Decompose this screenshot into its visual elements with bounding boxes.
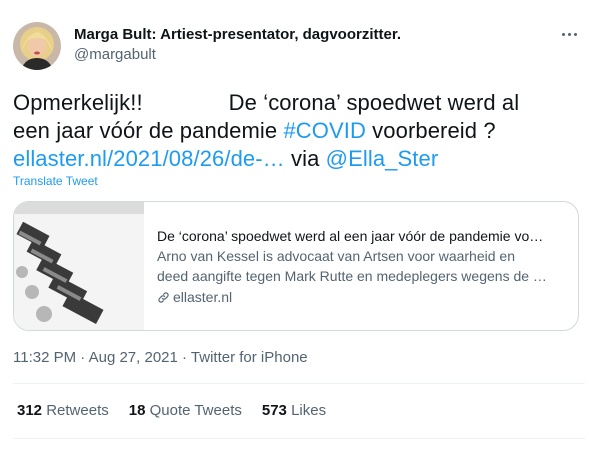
translate-tweet-link[interactable]: Translate Tweet (13, 174, 98, 188)
printing-press-photo-icon (14, 202, 144, 330)
tweet-detail: Marga Bult: Artiest-presentator, dagvoor… (0, 0, 589, 449)
link-icon (158, 292, 169, 303)
author-block: Marga Bult: Artiest-presentator, dagvoor… (74, 25, 401, 65)
engagement-stats: 312 Retweets 18 Quote Tweets 573 Likes (17, 402, 326, 419)
likes-count: 573 (261, 402, 287, 419)
more-options-icon[interactable] (556, 24, 582, 44)
retweets-label: Retweets (46, 402, 109, 419)
retweets-stat[interactable]: 312 Retweets (17, 402, 109, 419)
quote-tweets-count: 18 (128, 402, 146, 419)
tweet-meta: 11:32 PM · Aug 27, 2021 · Twitter for iP… (13, 349, 308, 366)
card-title: De ‘corona’ spoedwet werd al een jaar vó… (157, 228, 544, 244)
card-description-line: Arno van Kessel is advocaat van Artsen v… (157, 248, 515, 264)
tweet-source[interactable]: Twitter for iPhone (191, 349, 308, 366)
tweet-text-segment: voorbereid ? (365, 118, 496, 143)
card-domain: ellaster.nl (157, 288, 547, 307)
card-text: De ‘corona’ spoedwet werd al een jaar vó… (144, 202, 559, 330)
link-preview-card[interactable]: De ‘corona’ spoedwet werd al een jaar vó… (13, 201, 579, 331)
url-link[interactable]: ellaster.nl/2021/08/26/de-… (13, 146, 285, 171)
tweet-text-segment: een jaar vóór de pandemie (13, 118, 284, 143)
likes-stat[interactable]: 573 Likes (262, 402, 326, 419)
meta-separator: · (177, 349, 191, 366)
author-handle[interactable]: @margabult (74, 45, 401, 65)
likes-label: Likes (291, 402, 327, 419)
tweet-text-segment: via (284, 146, 326, 171)
retweets-count: 312 (17, 402, 43, 419)
card-domain-text: ellaster.nl (173, 289, 233, 305)
divider (13, 383, 585, 384)
avatar[interactable] (13, 22, 61, 70)
card-description-line: deed aangifte tegen Mark Rutte en medepl… (157, 268, 547, 284)
meta-separator: · (76, 349, 89, 366)
tweet-time[interactable]: 11:32 PM (13, 349, 76, 366)
hashtag-link[interactable]: #COVID (283, 118, 366, 143)
divider (13, 438, 585, 439)
tweet-text: Opmerkelijk!! De ‘corona’ spoedwet werd a… (13, 89, 585, 173)
avatar-image (13, 22, 61, 70)
card-thumbnail (14, 202, 144, 330)
tweet-text-segment: Opmerkelijk!! (13, 90, 143, 115)
quote-tweets-stat[interactable]: 18 Quote Tweets (129, 402, 242, 419)
quote-tweets-label: Quote Tweets (149, 402, 242, 419)
mention-link[interactable]: @Ella_Ster (326, 146, 439, 171)
author-name[interactable]: Marga Bult: Artiest-presentator, dagvoor… (74, 25, 401, 44)
tweet-date[interactable]: Aug 27, 2021 (89, 349, 178, 366)
tweet-text-segment: De ‘corona’ spoedwet werd al (228, 90, 520, 115)
